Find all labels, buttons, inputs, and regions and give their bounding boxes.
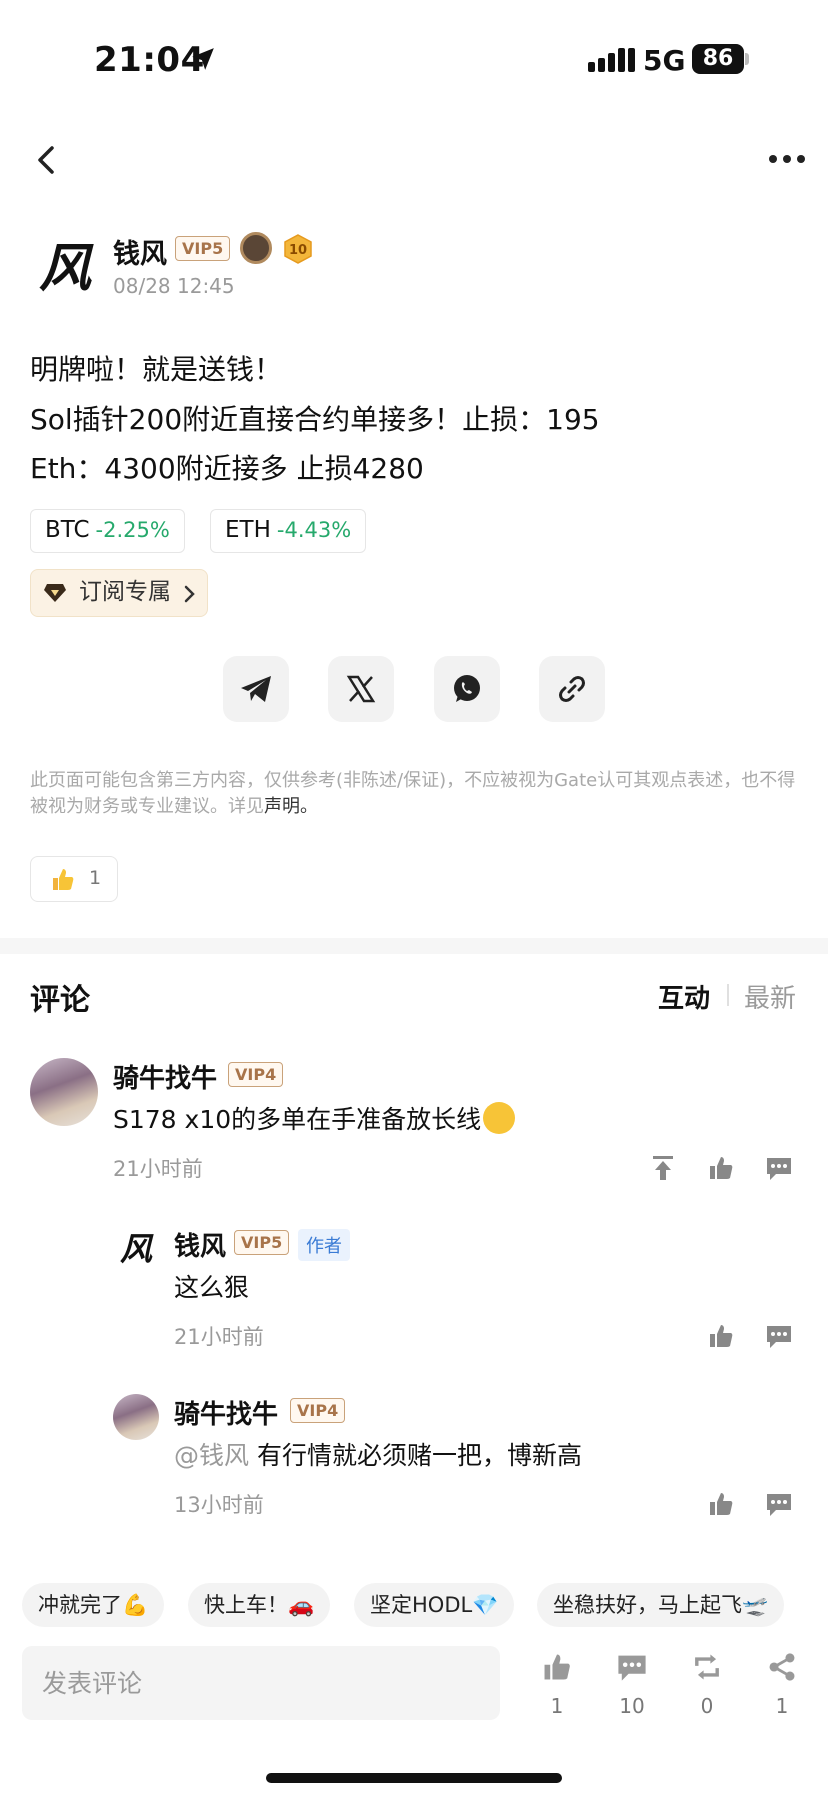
comment-time: 13小时前 bbox=[174, 1493, 264, 1517]
avatar[interactable]: 风 bbox=[113, 1226, 159, 1272]
thumbs-up-icon[interactable] bbox=[706, 1321, 736, 1351]
grin-emoji-icon bbox=[483, 1102, 516, 1134]
back-arrow-icon[interactable] bbox=[30, 140, 64, 180]
comment-icon bbox=[618, 1655, 646, 1681]
copy-link-button[interactable] bbox=[539, 656, 605, 722]
share-x-button[interactable] bbox=[328, 656, 394, 722]
ticker-symbol: ETH bbox=[225, 517, 271, 543]
ticker-tag-eth[interactable]: ETH -4.43% bbox=[210, 509, 367, 553]
thumbs-up-icon bbox=[544, 1654, 570, 1680]
bottom-like-button[interactable]: 1 bbox=[532, 1650, 582, 1718]
comment-author-name[interactable]: 骑牛找牛 bbox=[113, 1058, 217, 1095]
comment-time: 21小时前 bbox=[174, 1325, 264, 1349]
pin-top-icon[interactable] bbox=[648, 1153, 678, 1183]
reply-comment-icon[interactable] bbox=[764, 1489, 794, 1519]
comment-author-name[interactable]: 钱风 bbox=[174, 1226, 226, 1263]
comment-input[interactable] bbox=[22, 1646, 500, 1720]
post-text-line: Sol插针200附近直接合约单接多！止损：195 bbox=[30, 403, 600, 436]
thumbs-up-icon[interactable] bbox=[706, 1153, 736, 1183]
subscribe-exclusive-button[interactable]: 订阅专属 bbox=[30, 569, 208, 617]
section-divider bbox=[0, 938, 828, 954]
status-time: 21:04 bbox=[94, 40, 205, 80]
share-whatsapp-button[interactable] bbox=[434, 656, 500, 722]
link-icon bbox=[559, 676, 585, 702]
network-type: 5G bbox=[643, 44, 686, 77]
author-name[interactable]: 钱风 bbox=[113, 232, 167, 271]
ticker-tag-btc[interactable]: BTC -2.25% bbox=[30, 509, 185, 553]
telegram-icon bbox=[241, 676, 271, 702]
sort-tab-latest[interactable]: 最新 bbox=[744, 978, 796, 1015]
home-indicator[interactable] bbox=[266, 1773, 562, 1783]
comment-time: 21小时前 bbox=[113, 1157, 203, 1181]
bottom-repost-button[interactable]: 0 bbox=[682, 1650, 732, 1718]
bottom-share-button[interactable]: 1 bbox=[757, 1650, 807, 1718]
post-like-count: 1 bbox=[89, 867, 102, 889]
post-text-line: Eth：4300附近接多 止损4280 bbox=[30, 452, 424, 485]
whatsapp-icon bbox=[454, 675, 480, 702]
share-count: 1 bbox=[775, 1694, 789, 1718]
vip-badge: VIP4 bbox=[290, 1398, 346, 1423]
quick-reply-chip[interactable]: 坚定HODL💎 bbox=[354, 1583, 515, 1627]
comment-input-container bbox=[22, 1646, 500, 1720]
sort-separator bbox=[727, 984, 729, 1006]
share-icon bbox=[769, 1653, 795, 1681]
sort-tab-interaction[interactable]: 互动 bbox=[658, 978, 710, 1015]
comment-text: @钱风 有行情就必须赌一把，博新高 bbox=[174, 1441, 582, 1470]
location-arrow-icon bbox=[192, 48, 214, 70]
ticker-symbol: BTC bbox=[45, 517, 90, 543]
mention-link[interactable]: @钱风 bbox=[174, 1441, 249, 1470]
chevron-right-icon bbox=[184, 585, 195, 603]
avatar[interactable] bbox=[113, 1394, 159, 1440]
comment-author-name[interactable]: 骑牛找牛 bbox=[174, 1394, 278, 1431]
comments-title: 评论 bbox=[30, 983, 90, 1018]
vip-badge: VIP5 bbox=[175, 236, 231, 261]
bottom-comment-button[interactable]: 10 bbox=[607, 1650, 657, 1718]
diamond-icon bbox=[44, 584, 66, 602]
repost-count: 0 bbox=[700, 1694, 714, 1718]
quick-reply-chip[interactable]: 冲就完了💪 bbox=[22, 1583, 165, 1627]
ticker-change: -2.25% bbox=[95, 518, 170, 542]
author-tag: 作者 bbox=[298, 1229, 350, 1261]
avatar[interactable] bbox=[30, 1058, 98, 1126]
author-avatar[interactable]: 风 bbox=[30, 234, 100, 304]
comment-count: 10 bbox=[619, 1694, 645, 1718]
more-options-icon[interactable] bbox=[766, 148, 808, 170]
reply-comment-icon[interactable] bbox=[764, 1153, 794, 1183]
quick-reply-chip[interactable]: 快上车！🚗 bbox=[188, 1583, 331, 1627]
vip-badge: VIP4 bbox=[228, 1062, 284, 1087]
battery-indicator: 86 bbox=[692, 44, 749, 74]
post-detail-screen: 21:04 5G 86 风 钱风 VIP5 10 08/28 12:45 明牌啦… bbox=[0, 0, 828, 1800]
disclaimer-link[interactable]: 声明。 bbox=[264, 796, 318, 817]
medal-icon bbox=[240, 232, 272, 264]
like-count: 1 bbox=[550, 1694, 564, 1718]
post-text-line: 明牌啦！就是送钱！ bbox=[30, 353, 283, 386]
comment-text: S178 x10的多单在手准备放长线 bbox=[113, 1100, 516, 1137]
post-timestamp: 08/28 12:45 bbox=[113, 274, 235, 298]
quick-reply-chip[interactable]: 坐稳扶好，马上起飞🛫 bbox=[537, 1583, 785, 1627]
battery-level: 86 bbox=[702, 46, 734, 71]
share-telegram-button[interactable] bbox=[223, 656, 289, 722]
level-hexagon-icon: 10 bbox=[284, 234, 312, 264]
comment-text: 这么狠 bbox=[174, 1273, 250, 1302]
thumbs-up-icon[interactable] bbox=[706, 1489, 736, 1519]
ticker-change: -4.43% bbox=[276, 518, 352, 542]
post-like-button[interactable]: 1 bbox=[30, 856, 118, 902]
subscribe-label: 订阅专属 bbox=[79, 579, 171, 605]
thumbs-up-emoji-icon bbox=[53, 869, 74, 890]
x-logo-icon bbox=[346, 675, 376, 703]
vip-badge: VIP5 bbox=[234, 1230, 290, 1255]
signal-icon bbox=[588, 48, 635, 72]
disclaimer-text: 此页面可能包含第三方内容，仅供参考(非陈述/保证)，不应被视为Gate认可其观点… bbox=[30, 770, 796, 817]
reply-comment-icon[interactable] bbox=[764, 1321, 794, 1351]
repost-icon bbox=[695, 1654, 719, 1680]
level-number: 10 bbox=[289, 243, 307, 258]
